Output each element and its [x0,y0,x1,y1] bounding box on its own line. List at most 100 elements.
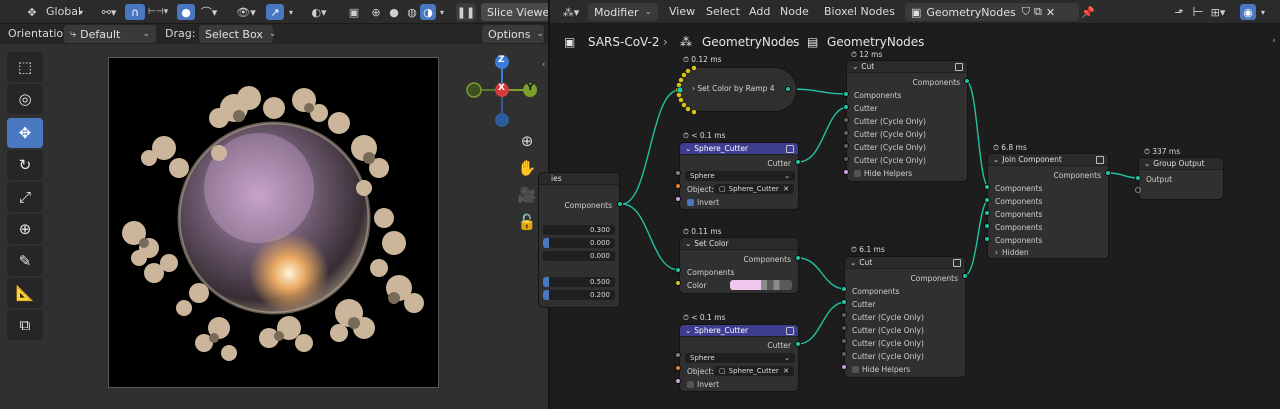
input-socket[interactable] [984,210,990,216]
close-icon[interactable]: ✕ [783,185,789,193]
value-field[interactable]: 0.300 [543,225,615,235]
output-socket[interactable] [795,341,801,347]
hidden-sockets-toggle[interactable]: › Hidden [988,246,1108,258]
input-socket[interactable] [841,338,847,344]
invert-checkbox[interactable] [687,198,694,206]
sidebar-toggle-icon[interactable]: ‹ [539,58,548,72]
input-socket[interactable] [843,143,849,149]
input-socket[interactable] [841,351,847,357]
solid-shading-icon[interactable]: ● [386,4,402,20]
pivot-point-icon[interactable]: ⚯▾ [96,4,122,20]
input-socket[interactable] [1135,175,1141,181]
output-socket[interactable] [795,159,801,165]
overlays-icon[interactable]: ◐▾ [306,4,332,20]
input-socket[interactable] [675,365,681,371]
proportional-editing-icon[interactable]: ● [177,4,195,20]
input-socket[interactable] [675,378,681,384]
object-field[interactable]: ▢ Sphere_Cutter ✕ [714,184,794,194]
pan-hand-icon[interactable]: ✋ [514,155,540,181]
node-group-icon[interactable] [953,259,961,267]
node-sphere-cutter-1[interactable]: ⌄ Sphere_Cutter Cutter Sphere ⌄ Object: ▢… [679,142,799,210]
empty-input-socket[interactable] [1135,187,1141,193]
node-group-icon[interactable] [955,63,963,71]
object-field[interactable]: ▢ Sphere_Cutter ✕ [714,366,794,376]
input-socket[interactable] [675,352,681,358]
output-socket[interactable] [1105,170,1111,176]
sidebar-toggle-icon[interactable]: ‹ [1269,34,1279,48]
fake-user-shield-icon[interactable]: ⛉ [1022,5,1030,19]
ramp-input-sockets[interactable] [672,62,702,118]
orientation-dropdown[interactable]: ⤷ Default ⌄ [64,25,156,43]
input-socket[interactable] [841,286,847,292]
node-group-icon[interactable] [1096,156,1104,164]
input-socket[interactable] [984,236,990,242]
chevron-down-icon[interactable]: ▾ [76,4,86,20]
menu-node[interactable]: Node [780,5,809,18]
input-socket[interactable] [984,223,990,229]
invert-row[interactable]: Invert [680,378,798,390]
transform-orientation-icon[interactable]: ✥ [24,4,40,20]
node-group-icon[interactable] [786,327,794,335]
input-socket[interactable] [843,169,849,175]
scale-tool-icon[interactable]: ⤢ [7,182,43,212]
input-socket[interactable] [675,196,681,202]
annotate-tool-icon[interactable]: ✎ [7,246,43,276]
select-box-tool-icon[interactable]: ⬚ [7,52,43,82]
menu-add[interactable]: Add [749,5,770,18]
move-tool-icon[interactable]: ✥ [7,118,43,148]
input-socket[interactable] [841,299,847,305]
node-partial-attributes[interactable]: ies Components 0.300 0.000 0.000 0.500 0… [538,172,620,308]
editor-type-dropdown[interactable]: Modifier ⌄ [588,3,658,21]
camera-icon[interactable]: 🎥 [514,182,540,208]
output-socket[interactable] [617,201,623,207]
chevron-down-icon[interactable]: ▾ [285,4,297,20]
input-socket[interactable] [675,267,681,273]
output-socket[interactable] [964,78,970,84]
input-socket[interactable] [675,280,681,286]
slice-viewer-button[interactable]: Slice Viewe [481,3,551,21]
zoom-icon[interactable]: ⊕ [514,128,540,154]
cursor-tool-icon[interactable]: ◎ [7,84,43,114]
snap-grid-icon[interactable]: ⊞▾ [1206,4,1230,20]
drag-dropdown[interactable]: Select Box ⌄ [199,25,276,43]
wireframe-shading-icon[interactable]: ⊕ [368,4,384,20]
close-icon[interactable]: ✕ [783,367,789,375]
node-group-output[interactable]: ⌄ Group Output Output [1138,157,1224,200]
editor-type-icon[interactable]: ⁂▾ [558,4,584,20]
chevron-down-icon[interactable]: ▾ [1257,4,1269,20]
hide-helpers-row[interactable]: Hide Helpers [845,363,965,375]
snap-magnet-icon[interactable]: ∩ [125,4,145,20]
snap-target-icon[interactable]: ⊢⊣▾ [146,4,170,20]
node-cut-2[interactable]: ⌄ Cut Components Components Cutter Cutte… [844,256,966,378]
input-socket[interactable] [841,325,847,331]
rotate-tool-icon[interactable]: ↻ [7,150,43,180]
input-socket[interactable] [843,156,849,162]
input-socket[interactable] [984,197,990,203]
value-field[interactable]: 0.000 [543,251,615,261]
node-set-color[interactable]: ⌄ Set Color Components Components Color [679,237,799,294]
snap-icon[interactable]: ⊢ [1192,4,1204,20]
navigation-gizmo[interactable]: Z X Y [462,52,544,130]
options-dropdown[interactable]: Options ⌄ [482,25,544,43]
output-socket[interactable] [962,273,968,279]
invert-checkbox[interactable] [687,380,694,388]
parent-node-tree-icon[interactable]: ⬏ [1170,4,1188,20]
input-socket[interactable] [675,170,681,176]
node-sphere-cutter-2[interactable]: ⌄ Sphere_Cutter Cutter Sphere ⌄ Object: ▢… [679,324,799,392]
lock-icon[interactable]: 🔓 [514,209,540,235]
add-cube-tool-icon[interactable]: ⧉ [7,310,43,340]
mode-dropdown[interactable]: Sphere ⌄ [685,171,795,181]
value-field[interactable]: 0.000 [543,238,615,248]
transform-tool-icon[interactable]: ⊕ [7,214,43,244]
close-icon[interactable]: ✕ [1046,6,1055,19]
mode-dropdown[interactable]: Sphere ⌄ [685,353,795,363]
hide-helpers-checkbox[interactable] [852,365,859,373]
invert-row[interactable]: Invert [680,196,798,208]
measure-tool-icon[interactable]: 📐 [7,278,43,308]
node-join-component[interactable]: ⌄ Join Component Components Components C… [987,153,1109,259]
falloff-curve-icon[interactable]: ⌒▾ [196,4,222,20]
hide-helpers-checkbox[interactable] [854,169,861,177]
output-socket[interactable] [785,86,791,92]
output-socket[interactable] [795,255,801,261]
value-field[interactable]: 0.200 [543,290,615,300]
